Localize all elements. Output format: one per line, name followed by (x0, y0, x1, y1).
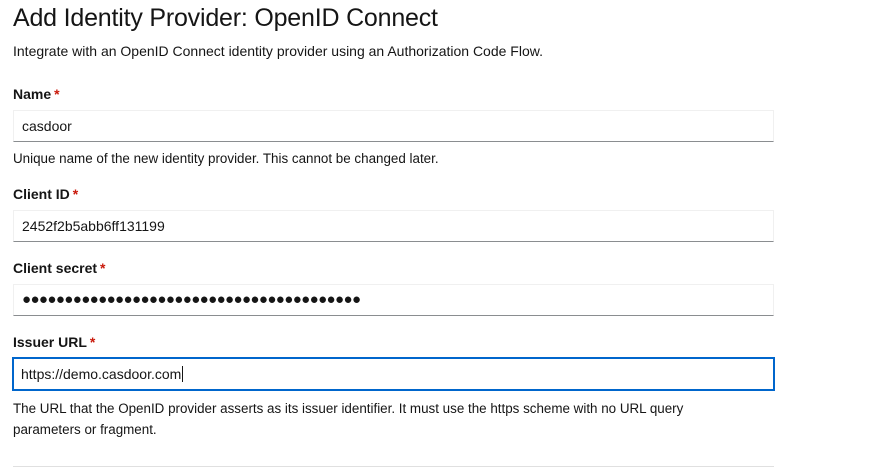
section-divider (13, 466, 774, 467)
client-id-input[interactable]: 2452f2b5abb6ff131199 (13, 210, 774, 242)
issuer-url-input-value: https://demo.casdoor.com (21, 366, 182, 382)
client-id-label-text: Client ID (13, 186, 70, 202)
name-input[interactable]: casdoor (13, 110, 774, 142)
required-marker: * (72, 186, 79, 202)
name-label-text: Name (13, 86, 52, 102)
client-secret-masked-value: ●●●●●●●●●●●●●●●●●●●●●●●●●●●●●●●●●●●●●●●● (22, 291, 361, 308)
page-title: Add Identity Provider: OpenID Connect (13, 4, 438, 32)
issuer-url-helper-text: The URL that the OpenID provider asserts… (13, 401, 684, 437)
required-marker: * (89, 334, 96, 350)
issuer-url-label-text: Issuer URL (13, 334, 87, 350)
add-identity-provider-form: Add Identity Provider: OpenID Connect In… (12, 0, 775, 467)
required-marker: * (100, 260, 106, 276)
client-secret-label-text: Client secret (13, 260, 98, 276)
name-label: Name * (13, 85, 775, 103)
client-secret-label: Client secret * (13, 259, 775, 277)
name-helper-text: Unique name of the new identity provider… (13, 151, 439, 166)
text-caret (182, 366, 184, 382)
client-id-field-group: Client ID * 2452f2b5abb6ff131199 (13, 185, 775, 242)
issuer-url-label: Issuer URL * (13, 333, 775, 351)
client-secret-input[interactable]: ●●●●●●●●●●●●●●●●●●●●●●●●●●●●●●●●●●●●●●●● (13, 284, 774, 316)
name-field-group: Name * casdoor Unique name of the new ide… (13, 85, 775, 169)
client-id-label: Client ID * (13, 185, 775, 203)
issuer-url-field-group: Issuer URL * https://demo.casdoor.com The… (12, 333, 775, 440)
name-input-value: casdoor (22, 118, 72, 134)
client-id-input-value: 2452f2b5abb6ff131199 (22, 218, 165, 234)
issuer-url-input[interactable]: https://demo.casdoor.com (12, 357, 775, 391)
required-marker: * (54, 86, 60, 102)
page-subtitle: Integrate with an OpenID Connect identit… (13, 43, 543, 59)
client-secret-field-group: Client secret * ●●●●●●●●●●●●●●●●●●●●●●●●●… (13, 259, 775, 316)
